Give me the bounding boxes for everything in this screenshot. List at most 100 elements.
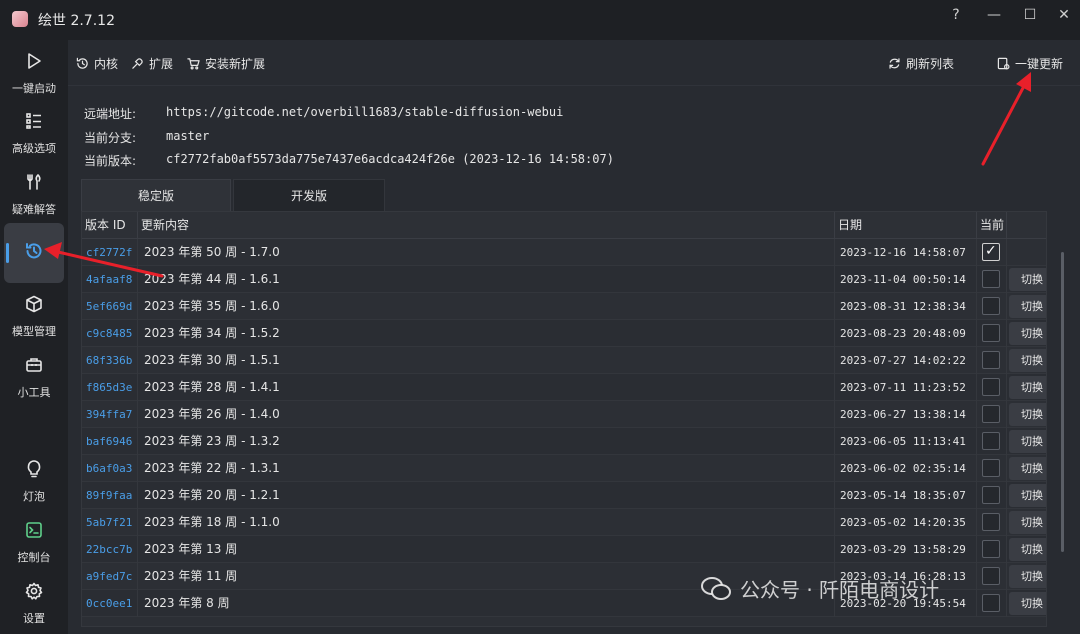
help-button[interactable]: ? xyxy=(942,4,970,26)
switch-version-button[interactable]: 切换 xyxy=(1009,538,1046,561)
current-cell xyxy=(977,293,1007,320)
tools-icon xyxy=(0,173,68,197)
table-row[interactable]: b6af0a3 2023 年第 22 周 - 1.3.1 2023-06-02 02… xyxy=(82,455,1046,482)
switch-version-button[interactable]: 切换 xyxy=(1009,565,1046,588)
sidebar-item-bulb[interactable]: 灯泡 xyxy=(0,460,68,504)
switch-version-button[interactable]: 切换 xyxy=(1009,349,1046,372)
bulb-icon xyxy=(0,460,68,484)
tab-install-extension[interactable]: 安装新扩展 xyxy=(187,55,265,72)
update-all-button[interactable]: 一键更新 xyxy=(997,55,1063,72)
current-cell xyxy=(977,509,1007,536)
version-id[interactable]: f865d3e xyxy=(82,374,138,401)
current-checkbox xyxy=(982,459,1000,477)
action-cell: 切换 xyxy=(1007,536,1046,563)
action-cell: 切换 xyxy=(1007,401,1046,428)
current-cell xyxy=(977,347,1007,374)
switch-version-button[interactable]: 切换 xyxy=(1009,403,1046,426)
version-id[interactable]: b6af0a3 xyxy=(82,455,138,482)
version-table: 版本 ID 更新内容 日期 当前 cf2772f 2023 年第 50 周 - 1… xyxy=(81,211,1047,627)
tab-install-label: 安装新扩展 xyxy=(205,57,266,71)
action-cell: 切换 xyxy=(1007,293,1046,320)
tab-extensions[interactable]: 扩展 xyxy=(131,55,173,72)
table-row[interactable]: 4afaaf8 2023 年第 44 周 - 1.6.1 2023-11-04 00… xyxy=(82,266,1046,293)
version-id[interactable]: baf6946 xyxy=(82,428,138,455)
sidebar-item-label: 一键启动 xyxy=(12,82,56,95)
switch-version-button[interactable]: 切换 xyxy=(1009,322,1046,345)
version-id[interactable]: 0cc0ee1 xyxy=(82,590,138,617)
sidebar-item-advanced[interactable]: 高级选项 xyxy=(0,112,68,156)
column-header-current[interactable]: 当前 xyxy=(977,212,1007,239)
sidebar-item-tools[interactable]: 小工具 xyxy=(0,356,68,400)
version-description: 2023 年第 22 周 - 1.3.1 xyxy=(138,455,835,482)
table-row[interactable]: 89f9faa 2023 年第 20 周 - 1.2.1 2023-05-14 18… xyxy=(82,482,1046,509)
window-title: 绘世 2.7.12 xyxy=(38,13,115,29)
switch-version-button[interactable]: 切换 xyxy=(1009,592,1046,615)
switch-version-button[interactable]: 切换 xyxy=(1009,484,1046,507)
version-id[interactable]: 5ef669d xyxy=(82,293,138,320)
current-cell xyxy=(977,320,1007,347)
tab-core[interactable]: 内核 xyxy=(76,55,118,72)
sidebar-item-console[interactable]: 控制台 xyxy=(0,521,68,565)
version-id[interactable]: 5ab7f21 xyxy=(82,509,138,536)
current-checkbox xyxy=(982,432,1000,450)
version-id[interactable]: 4afaaf8 xyxy=(82,266,138,293)
version-id[interactable]: cf2772f xyxy=(82,239,138,266)
action-cell: 切换 xyxy=(1007,320,1046,347)
column-header-id[interactable]: 版本 ID xyxy=(82,212,138,239)
table-row[interactable]: 22bcc7b 2023 年第 13 周 2023-03-29 13:58:29 切换 xyxy=(82,536,1046,563)
version-id[interactable]: 394ffa7 xyxy=(82,401,138,428)
sidebar-item-version[interactable] xyxy=(4,223,64,283)
tab-dev[interactable]: 开发版 xyxy=(233,179,385,211)
version-date: 2023-06-05 11:13:41 xyxy=(835,428,977,455)
current-cell xyxy=(977,401,1007,428)
version-id[interactable]: 22bcc7b xyxy=(82,536,138,563)
switch-version-button[interactable]: 切换 xyxy=(1009,511,1046,534)
close-button[interactable]: ✕ xyxy=(1050,4,1078,26)
current-checkbox xyxy=(982,567,1000,585)
switch-version-button[interactable]: 切换 xyxy=(1009,268,1046,291)
refresh-list-button[interactable]: 刷新列表 xyxy=(888,55,954,72)
column-header-desc[interactable]: 更新内容 xyxy=(138,212,835,239)
version-id[interactable]: c9c8485 xyxy=(82,320,138,347)
switch-version-button[interactable]: 切换 xyxy=(1009,295,1046,318)
table-row[interactable]: cf2772f 2023 年第 50 周 - 1.7.0 2023-12-16 14… xyxy=(82,239,1046,266)
toolbar: 内核 扩展 安装新扩展 刷新列表 一键更新 xyxy=(68,40,1080,86)
column-header-date[interactable]: 日期 xyxy=(835,212,977,239)
sidebar-item-models[interactable]: 模型管理 xyxy=(0,295,68,339)
sidebar-item-launch[interactable]: 一键启动 xyxy=(0,52,68,96)
version-description: 2023 年第 23 周 - 1.3.2 xyxy=(138,428,835,455)
table-row[interactable]: c9c8485 2023 年第 34 周 - 1.5.2 2023-08-23 20… xyxy=(82,320,1046,347)
sidebar-item-label: 高级选项 xyxy=(12,142,56,155)
sidebar-item-settings[interactable]: 设置 xyxy=(0,582,68,626)
table-row[interactable]: f865d3e 2023 年第 28 周 - 1.4.1 2023-07-11 11… xyxy=(82,374,1046,401)
version-id[interactable]: a9fed7c xyxy=(82,563,138,590)
version-id[interactable]: 89f9faa xyxy=(82,482,138,509)
version-id[interactable]: 68f336b xyxy=(82,347,138,374)
switch-version-button[interactable]: 切换 xyxy=(1009,430,1046,453)
current-cell xyxy=(977,455,1007,482)
table-header: 版本 ID 更新内容 日期 当前 xyxy=(82,212,1046,239)
tab-stable[interactable]: 稳定版 xyxy=(81,179,231,211)
maximize-button[interactable]: ☐ xyxy=(1016,4,1044,26)
version-description: 2023 年第 35 周 - 1.6.0 xyxy=(138,293,835,320)
version-value: cf2772fab0af5573da775e7437e6acdca424f26e… xyxy=(166,152,614,166)
table-row[interactable]: 394ffa7 2023 年第 26 周 - 1.4.0 2023-06-27 13… xyxy=(82,401,1046,428)
table-scrollbar[interactable] xyxy=(1061,252,1064,552)
remote-url-value: https://gitcode.net/overbill1683/stable-… xyxy=(166,105,564,119)
table-row[interactable]: 68f336b 2023 年第 30 周 - 1.5.1 2023-07-27 14… xyxy=(82,347,1046,374)
table-row[interactable]: 5ef669d 2023 年第 35 周 - 1.6.0 2023-08-31 12… xyxy=(82,293,1046,320)
current-checkbox xyxy=(982,270,1000,288)
sidebar-item-troubleshoot[interactable]: 疑难解答 xyxy=(0,173,68,217)
version-description: 2023 年第 50 周 - 1.7.0 xyxy=(138,239,835,266)
terminal-icon xyxy=(0,521,68,545)
refresh-list-label: 刷新列表 xyxy=(906,57,955,71)
switch-version-button[interactable]: 切换 xyxy=(1009,376,1046,399)
table-row[interactable]: 5ab7f21 2023 年第 18 周 - 1.1.0 2023-05-02 14… xyxy=(82,509,1046,536)
table-row[interactable]: baf6946 2023 年第 23 周 - 1.3.2 2023-06-05 11… xyxy=(82,428,1046,455)
action-cell: 切换 xyxy=(1007,455,1046,482)
tab-extensions-label: 扩展 xyxy=(149,57,174,71)
switch-version-button[interactable]: 切换 xyxy=(1009,457,1046,480)
sidebar: 一键启动 高级选项 疑难解答 模型管理 小工具 灯泡 控制台 设置 xyxy=(0,40,68,634)
minimize-button[interactable]: — xyxy=(980,4,1008,26)
current-cell xyxy=(977,536,1007,563)
